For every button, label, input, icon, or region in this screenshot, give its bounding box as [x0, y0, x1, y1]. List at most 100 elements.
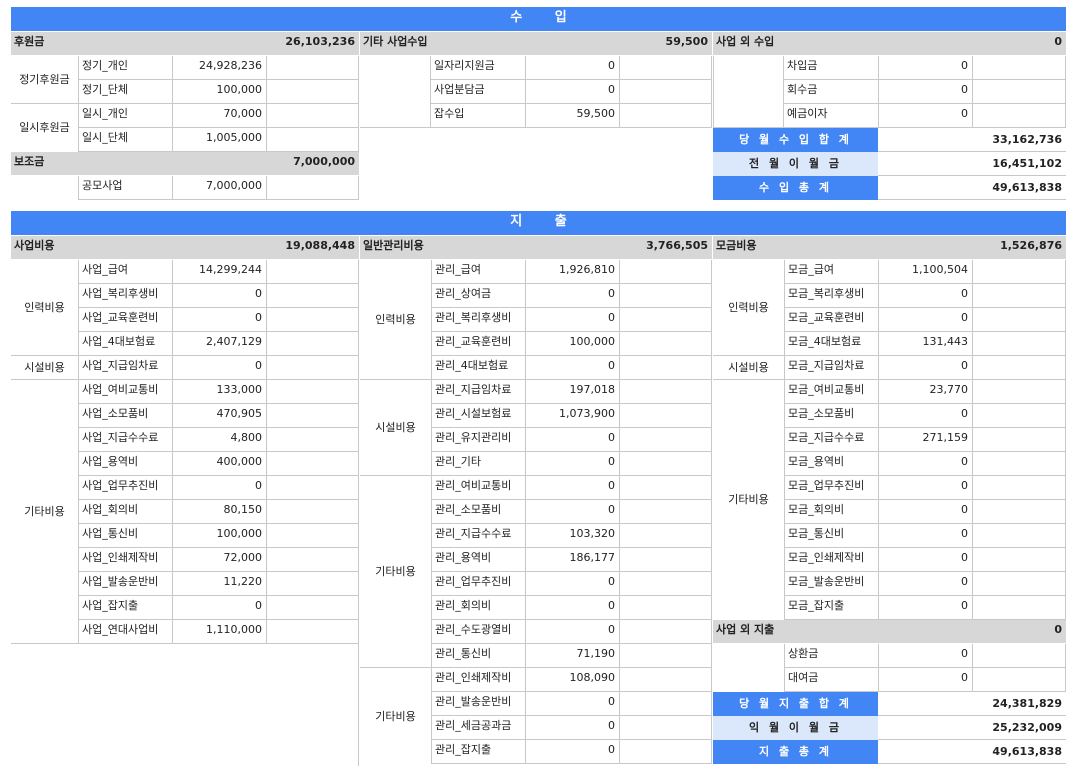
- expense-col3-group-facility: 시설비용: [713, 356, 784, 380]
- income-row-label: 일시_개인: [78, 104, 172, 128]
- income-row-label: 공모사업: [78, 176, 172, 200]
- expense-col2-row-label: 관리_지급수수료: [431, 524, 525, 548]
- expense-col3-row-label: 모금_인쇄제작비: [784, 548, 878, 572]
- expense-col2-row-blank: [619, 356, 712, 380]
- expense-col2-row-value: 1,926,810: [525, 260, 619, 284]
- expense-col2-group-personnel: 인력비용: [360, 260, 431, 380]
- income-row-blank: [266, 104, 359, 128]
- expense-col1-row-label: 사업_인쇄제작비: [78, 548, 172, 572]
- income-summary-carryover-label: 전 월 이 월 금: [713, 152, 878, 176]
- expense-col1-row-label: 사업_연대사업비: [78, 620, 172, 644]
- expense-col3-row-label: 모금_교육훈련비: [784, 308, 878, 332]
- income-header-subsidy: 보조금 7,000,000: [11, 152, 359, 175]
- expense-col2-row-label: 관리_세금공과금: [431, 716, 525, 740]
- expense-col3-row-label: 모금_잡지출: [784, 596, 878, 620]
- expense-col2-row-label: 관리_통신비: [431, 644, 525, 668]
- expense-col3-row-label: 모금_발송운반비: [784, 572, 878, 596]
- income-row-label: 일자리지원금: [431, 56, 525, 80]
- expense-col2-row-blank: [619, 692, 712, 716]
- expense-col3-row-label: 모금_통신비: [784, 524, 878, 548]
- expense-header-admin-label: 일반관리비용: [363, 239, 424, 252]
- expense-col1-row-value: 0: [172, 596, 266, 620]
- expense-col2-row-value: 0: [525, 308, 619, 332]
- expense-col3-row-label: 모금_용역비: [784, 452, 878, 476]
- expense-col1-group-facility: 시설비용: [11, 356, 78, 380]
- expense-col2-row-label: 관리_용역비: [431, 548, 525, 572]
- expense-header-admin-value: 3,766,505: [646, 239, 708, 252]
- expense-col3-row-value: 0: [878, 596, 972, 620]
- expense-header-non-business: 사업 외 지출 0: [713, 620, 1066, 643]
- expense-col2-row-label: 관리_시설보험료: [431, 404, 525, 428]
- income-row-value: 1,005,000: [172, 128, 266, 152]
- expense-col1-row-blank: [266, 428, 359, 452]
- income-header-non-business-label: 사업 외 수입: [716, 35, 775, 48]
- expense-col3-row-value: 0: [878, 476, 972, 500]
- expense-col2-row-blank: [619, 428, 712, 452]
- expense-col2-row-label: 관리_상여금: [431, 284, 525, 308]
- expense-col3-group-other: 기타비용: [728, 493, 769, 506]
- expense-col2-row-label: 관리_인쇄제작비: [431, 668, 525, 692]
- income-row-label: 정기_개인: [78, 56, 172, 80]
- expense-col1-group-personnel: 인력비용: [11, 260, 78, 356]
- expense-header-business-value: 19,088,448: [285, 239, 355, 252]
- expense-col3-row-label: 모금_지급수수료: [784, 428, 878, 452]
- expense-col3-group-personnel: 인력비용: [713, 260, 784, 356]
- expense-summary-month-total-value: 24,381,829: [878, 692, 1066, 716]
- expense-non-business-row-blank: [972, 668, 1066, 692]
- expense-col1-row-value: 72,000: [172, 548, 266, 572]
- expense-col3-row-value: 23,770: [878, 380, 972, 404]
- expense-col2-row-blank: [619, 668, 712, 692]
- expense-col2-row-value: 0: [525, 476, 619, 500]
- expense-col2-row-blank: [619, 284, 712, 308]
- income-row-blank: [972, 56, 1066, 80]
- expense-col2-row-blank: [619, 308, 712, 332]
- expense-non-business-row-value: 0: [878, 668, 972, 692]
- expense-col2-row-value: 100,000: [525, 332, 619, 356]
- income-summary-carryover-value: 16,451,102: [878, 152, 1066, 176]
- expense-col1-row-label: 사업_여비교통비: [78, 380, 172, 404]
- expense-col1-row-label: 사업_발송운반비: [78, 572, 172, 596]
- expense-col1-row-value: 0: [172, 356, 266, 380]
- expense-col3-row-blank: [972, 428, 1066, 452]
- expense-col1-row-blank: [266, 380, 359, 404]
- expense-col2-row-label: 관리_업무추진비: [431, 572, 525, 596]
- expense-col2-row-blank: [619, 476, 712, 500]
- expense-col2-row-blank: [619, 404, 712, 428]
- expense-col2-row-label: 관리_회의비: [431, 596, 525, 620]
- expense-col2-row-value: 0: [525, 500, 619, 524]
- expense-header-fundraising-value: 1,526,876: [1000, 239, 1062, 252]
- expense-col1-row-blank: [266, 620, 359, 644]
- expense-col3-row-label: 모금_여비교통비: [784, 380, 878, 404]
- expense-col1-row-label: 사업_잡지출: [78, 596, 172, 620]
- expense-col1-row-value: 400,000: [172, 452, 266, 476]
- income-row-value: 59,500: [525, 104, 619, 128]
- income-summary-grand-total-value: 49,613,838: [878, 176, 1066, 200]
- expense-col3-row-blank: [972, 308, 1066, 332]
- expense-col2-row-blank: [619, 596, 712, 620]
- expense-col1-group-other: 기타비용: [11, 380, 78, 644]
- expense-col1-row-value: 1,110,000: [172, 620, 266, 644]
- income-row-label: 예금이자: [784, 104, 878, 128]
- expense-col2-row-value: 0: [525, 572, 619, 596]
- expense-col2-row-label: 관리_급여: [431, 260, 525, 284]
- expense-col3-row-blank: [972, 452, 1066, 476]
- expense-col2-row-label: 관리_복리후생비: [431, 308, 525, 332]
- expense-col1-row-value: 470,905: [172, 404, 266, 428]
- expense-col3-row-value: 131,443: [878, 332, 972, 356]
- expense-col3-row-blank: [972, 380, 1066, 404]
- expense-col2-row-value: 0: [525, 284, 619, 308]
- expense-col1-row-value: 80,150: [172, 500, 266, 524]
- expense-col2-row-blank: [619, 524, 712, 548]
- expense-col1-row-value: 133,000: [172, 380, 266, 404]
- expense-header-business-label: 사업비용: [14, 239, 55, 252]
- income-row-label: 차입금: [784, 56, 878, 80]
- expense-col2-row-value: 197,018: [525, 380, 619, 404]
- income-row-blank: [619, 104, 712, 128]
- income-header-subsidy-value: 7,000,000: [293, 155, 355, 168]
- income-header-non-business-value: 0: [1054, 35, 1062, 48]
- expense-col1-row-blank: [266, 260, 359, 284]
- expense-col3-row-blank: [972, 572, 1066, 596]
- expense-col2-group-facility: 시설비용: [360, 380, 431, 476]
- expense-col1-row-label: 사업_지급수수료: [78, 428, 172, 452]
- income-row-blank: [266, 128, 359, 152]
